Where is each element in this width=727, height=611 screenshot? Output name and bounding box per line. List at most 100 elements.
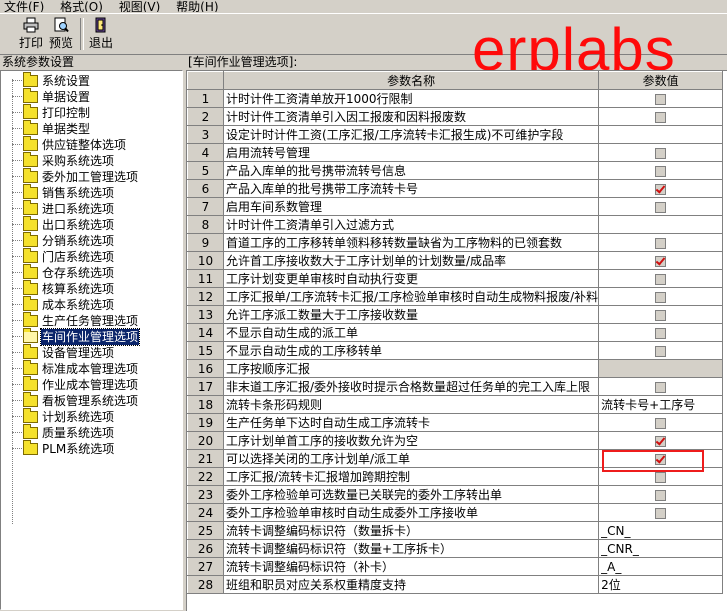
param-name-cell: 工序计划单首工序的接收数允许为空 xyxy=(223,431,600,450)
print-button[interactable]: 打印 xyxy=(18,17,44,51)
param-value-cell[interactable] xyxy=(598,431,724,450)
param-name-cell: 计时计件工资清单放开1000行限制 xyxy=(223,89,600,108)
param-value-cell[interactable]: _A_ xyxy=(598,557,724,576)
param-value-cell[interactable] xyxy=(598,179,724,198)
exit-door-icon xyxy=(95,17,106,33)
toolbar-separator xyxy=(80,18,84,50)
param-value-cell[interactable] xyxy=(598,197,724,216)
tree-item[interactable]: 计划系统选项 xyxy=(12,407,115,424)
param-value-cell[interactable] xyxy=(598,107,724,126)
param-value-cell[interactable] xyxy=(598,341,724,360)
row-number: 24 xyxy=(187,503,224,522)
param-value-cell[interactable] xyxy=(598,251,724,270)
param-value-cell[interactable] xyxy=(598,305,724,324)
tree-item[interactable]: 看板管理系统选项 xyxy=(12,391,139,408)
checkbox-checked[interactable] xyxy=(655,435,667,447)
tree-item[interactable]: 车间作业管理选项 xyxy=(12,327,141,346)
row-number: 8 xyxy=(187,215,224,234)
menu-help[interactable]: 帮助(H) xyxy=(172,1,226,12)
tree-item[interactable]: 仓存系统选项 xyxy=(12,263,115,280)
tree-connector xyxy=(12,240,22,241)
checkbox-unchecked[interactable] xyxy=(655,507,667,519)
tree-connector xyxy=(12,400,22,401)
tree-item[interactable]: 设备管理选项 xyxy=(12,343,115,360)
param-value-cell[interactable] xyxy=(598,161,724,180)
checkbox-unchecked[interactable] xyxy=(655,273,667,285)
checkbox-unchecked[interactable] xyxy=(655,489,667,501)
checkbox-unchecked[interactable] xyxy=(655,237,667,249)
tree-item[interactable]: 生产任务管理选项 xyxy=(12,311,139,328)
exit-button[interactable]: 退出 xyxy=(87,17,115,51)
menu-format[interactable]: 格式(O) xyxy=(56,1,111,12)
param-value-cell[interactable]: 流转卡号+工序号 xyxy=(598,395,724,414)
checkbox-unchecked[interactable] xyxy=(655,201,667,213)
folder-icon xyxy=(23,87,38,103)
tree-item[interactable]: 委外加工管理选项 xyxy=(12,167,139,184)
checkbox-checked[interactable] xyxy=(655,255,667,267)
tree-item[interactable]: 打印控制 xyxy=(12,103,91,120)
checkbox-unchecked[interactable] xyxy=(655,147,667,159)
folder-icon xyxy=(23,279,38,295)
tree-item-label: 看板管理系统选项 xyxy=(42,393,139,408)
tree-item-label: 车间作业管理选项 xyxy=(39,327,141,346)
tree-item[interactable]: 单据类型 xyxy=(12,119,91,136)
tree-item[interactable]: 分销系统选项 xyxy=(12,231,115,248)
param-value-cell[interactable]: _CNR_ xyxy=(598,539,724,558)
tree-item[interactable]: 门店系统选项 xyxy=(12,247,115,264)
param-value-cell[interactable] xyxy=(598,287,724,306)
param-value-cell[interactable]: _CN_ xyxy=(598,521,724,540)
param-name-cell: 工序计划变更单审核时自动执行变更 xyxy=(223,269,600,288)
preview-button[interactable]: 预览 xyxy=(48,17,74,51)
tree-item-label: 分销系统选项 xyxy=(42,233,115,248)
tree-connector xyxy=(12,336,22,337)
tree-item-label: 质量系统选项 xyxy=(42,425,115,440)
tree-item[interactable]: 质量系统选项 xyxy=(12,423,115,440)
param-value-cell[interactable] xyxy=(598,503,724,522)
param-value-cell[interactable] xyxy=(598,215,724,234)
param-value-cell[interactable] xyxy=(598,413,724,432)
table-row: 25 流转卡调整编码标识符（数量拆卡） _CN_ xyxy=(187,521,724,540)
checkbox-unchecked[interactable] xyxy=(655,327,667,339)
param-name-cell: 流转卡调整编码标识符（数量拆卡） xyxy=(223,521,600,540)
checkbox-unchecked[interactable] xyxy=(655,345,667,357)
checkbox-unchecked[interactable] xyxy=(655,111,667,123)
checkbox-unchecked[interactable] xyxy=(655,471,667,483)
tree-item[interactable]: 出口系统选项 xyxy=(12,215,115,232)
checkbox-unchecked[interactable] xyxy=(655,165,667,177)
tree-item[interactable]: 销售系统选项 xyxy=(12,183,115,200)
tree-item[interactable]: 成本系统选项 xyxy=(12,295,115,312)
table-row: 19 生产任务单下达时自动生成工序流转卡 xyxy=(187,413,724,432)
param-name-cell: 流转卡调整编码标识符（补卡） xyxy=(223,557,600,576)
tree-item[interactable]: 供应链整体选项 xyxy=(12,135,127,152)
checkbox-unchecked[interactable] xyxy=(655,381,667,393)
checkbox-checked[interactable] xyxy=(655,183,667,195)
tree-item[interactable]: 采购系统选项 xyxy=(12,151,115,168)
param-value-cell[interactable] xyxy=(598,323,724,342)
param-value-cell[interactable] xyxy=(598,89,724,108)
menu-file[interactable]: 文件(F) xyxy=(0,1,52,12)
menu-view[interactable]: 视图(V) xyxy=(115,1,169,12)
param-value-cell[interactable] xyxy=(598,359,724,378)
row-number: 13 xyxy=(187,305,224,324)
checkbox-unchecked[interactable] xyxy=(655,291,667,303)
tree-item[interactable]: 标准成本管理选项 xyxy=(12,359,139,376)
tree-item[interactable]: 进口系统选项 xyxy=(12,199,115,216)
tree-item[interactable]: 单据设置 xyxy=(12,87,91,104)
tree-item[interactable]: 核算系统选项 xyxy=(12,279,115,296)
tree-item[interactable]: PLM系统选项 xyxy=(12,439,115,456)
param-value-cell[interactable] xyxy=(598,143,724,162)
row-number: 28 xyxy=(187,575,224,594)
tree-item[interactable]: 系统设置 xyxy=(12,71,91,88)
param-value-cell[interactable] xyxy=(598,485,724,504)
checkbox-unchecked[interactable] xyxy=(655,309,667,321)
tree-item[interactable]: 作业成本管理选项 xyxy=(12,375,139,392)
param-value-cell[interactable] xyxy=(598,125,724,144)
param-value-cell[interactable] xyxy=(598,233,724,252)
param-value-cell[interactable]: 2位 xyxy=(598,575,724,594)
tree-item-label: 采购系统选项 xyxy=(42,153,115,168)
checkbox-unchecked[interactable] xyxy=(655,417,667,429)
param-value-cell[interactable] xyxy=(598,269,724,288)
checkbox-unchecked[interactable] xyxy=(655,93,667,105)
settings-tree[interactable]: 系统设置 单据设置 打印控制 单据类型 供应链整体选项 采购系统选项 委外加工管理选项 销售系… xyxy=(0,70,183,610)
param-value-cell[interactable] xyxy=(598,377,724,396)
